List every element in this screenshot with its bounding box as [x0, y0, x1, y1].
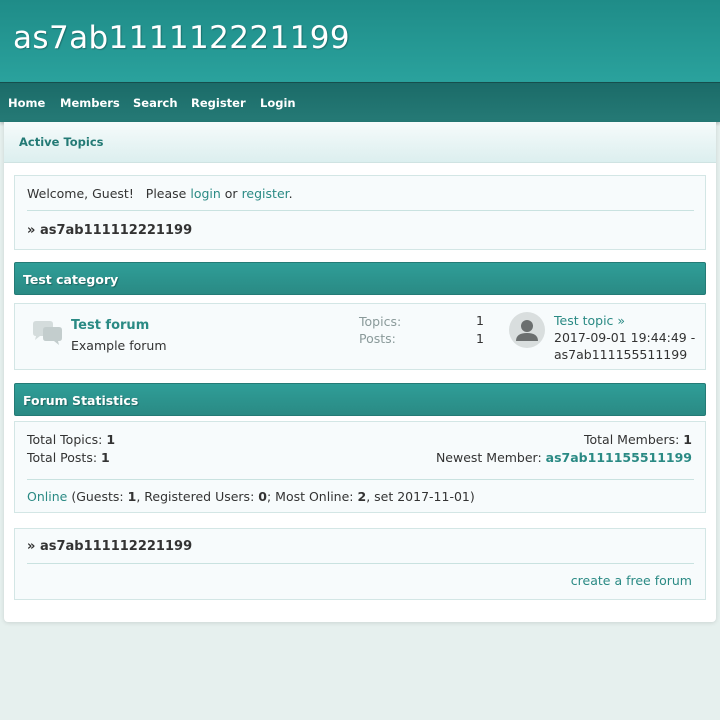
please-text: Please — [145, 186, 187, 201]
statistics-title: Forum Statistics — [23, 393, 139, 408]
period-text: . — [288, 186, 293, 201]
divider — [27, 563, 694, 564]
topics-label: Topics: — [359, 314, 402, 329]
speech-bubbles-icon — [33, 321, 62, 345]
breadcrumb-arrow: » — [27, 539, 36, 554]
active-topics-link[interactable]: Active Topics — [19, 135, 104, 149]
last-post-arrow-icon: » — [617, 313, 626, 328]
online-stats: Online (Guests: 1, Registered Users: 0; … — [27, 489, 475, 504]
breadcrumb-forum-link[interactable]: as7ab111112221199 — [40, 223, 192, 238]
login-link[interactable]: login — [190, 186, 220, 201]
nav-members[interactable]: Members — [60, 96, 120, 110]
category-header: Test category — [14, 262, 706, 295]
nav-home[interactable]: Home — [8, 96, 45, 110]
posts-count: 1 — [476, 331, 484, 346]
online-link[interactable]: Online — [27, 489, 67, 504]
welcome-line: Welcome, Guest! Please login or register… — [27, 186, 293, 201]
create-free-forum-link[interactable]: create a free forum — [571, 573, 692, 588]
topics-count: 1 — [476, 313, 484, 328]
forum-title-link[interactable]: Test forum — [71, 318, 149, 333]
main-navbar: Home Members Search Register Login — [0, 82, 720, 122]
total-posts: Total Posts: 1 — [27, 450, 110, 465]
forum-description: Example forum — [71, 338, 167, 353]
total-topics: Total Topics: 1 — [27, 432, 116, 447]
breadcrumb-arrow: » — [27, 223, 36, 238]
nav-register[interactable]: Register — [191, 96, 246, 110]
nav-login[interactable]: Login — [260, 96, 296, 110]
footer-breadcrumb: » as7ab111112221199 — [27, 539, 192, 554]
forum-row: Test forum Example forum Topics: 1 Posts… — [14, 303, 706, 370]
divider — [27, 479, 694, 480]
last-post-user[interactable]: as7ab111155511199 — [554, 347, 687, 362]
site-title[interactable]: as7ab111112221199 — [13, 20, 350, 56]
last-post-info: Test topic » 2017-09-01 19:44:49 - as7ab… — [554, 312, 704, 363]
default-user-avatar-icon[interactable] — [509, 312, 545, 348]
site-header: as7ab111112221199 — [0, 0, 720, 82]
statistics-box: Total Topics: 1 Total Posts: 1 Total Mem… — [14, 421, 706, 513]
total-members: Total Members: 1 — [584, 432, 692, 447]
breadcrumb: » as7ab111112221199 — [27, 223, 192, 238]
newest-member: Newest Member: as7ab111155511199 — [435, 450, 692, 465]
posts-label: Posts: — [359, 331, 396, 346]
footer-breadcrumb-link[interactable]: as7ab111112221199 — [40, 539, 192, 554]
statistics-header: Forum Statistics — [14, 383, 706, 416]
category-title[interactable]: Test category — [23, 272, 118, 287]
subnav-bar: Active Topics — [4, 122, 716, 163]
main-container: Active Topics Welcome, Guest! Please log… — [4, 122, 716, 622]
last-post-date: 2017-09-01 19:44:49 - — [554, 330, 696, 345]
last-post-topic-link[interactable]: Test topic » — [554, 313, 625, 328]
nav-search[interactable]: Search — [133, 96, 178, 110]
or-text: or — [224, 186, 238, 201]
newest-member-link[interactable]: as7ab111155511199 — [546, 450, 692, 465]
footer-box: » as7ab111112221199 create a free forum — [14, 528, 706, 600]
welcome-box: Welcome, Guest! Please login or register… — [14, 175, 706, 250]
register-link[interactable]: register — [242, 186, 289, 201]
welcome-text: Welcome, Guest! — [27, 186, 134, 201]
divider — [27, 210, 694, 211]
